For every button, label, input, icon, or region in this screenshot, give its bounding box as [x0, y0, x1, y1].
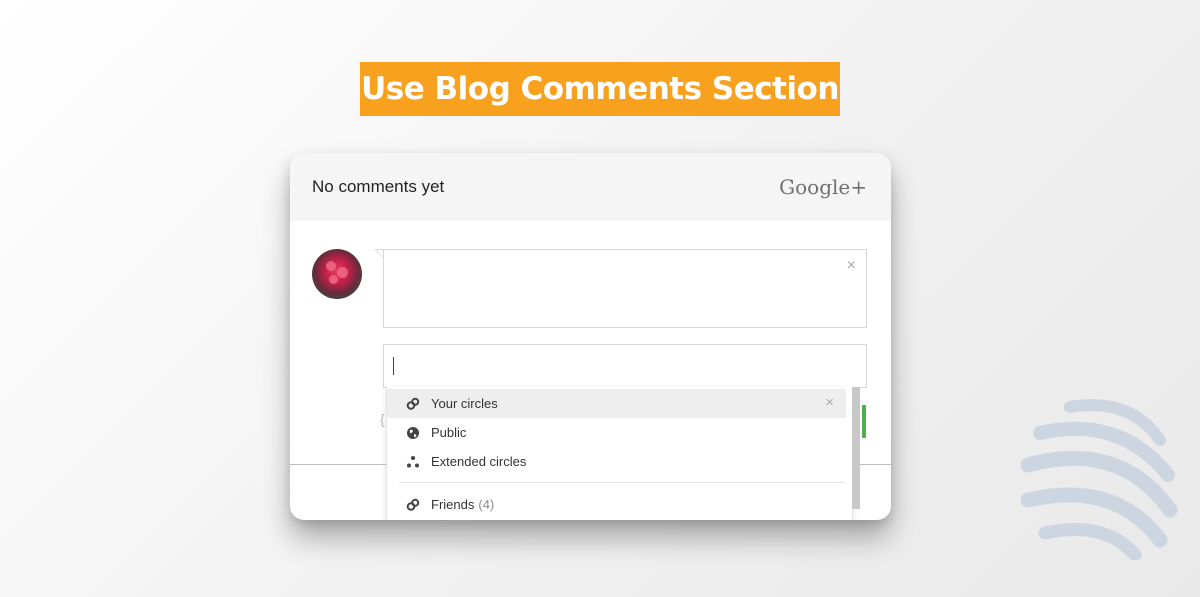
hidden-option-fragment: { [380, 411, 385, 427]
avatar-flower-detail [337, 267, 348, 278]
avatar-flower-detail [326, 261, 336, 271]
page-title: Use Blog Comments Section [361, 71, 839, 107]
avatar-flower-detail [329, 275, 338, 284]
globe-icon [405, 425, 421, 441]
comments-header: No comments yet Google+ [290, 153, 891, 221]
extended-circles-icon [405, 454, 421, 470]
dropdown-divider [399, 482, 845, 483]
dropdown-item-count: (4) [478, 497, 495, 512]
globe-logo-icon [1020, 399, 1178, 560]
dropdown-item-friends[interactable]: Friends (4) [387, 490, 846, 519]
dropdown-item-label: Friends [431, 497, 475, 512]
comment-count-label: No comments yet [312, 177, 445, 196]
circles-icon [405, 396, 421, 412]
page-title-banner: Use Blog Comments Section [360, 62, 840, 116]
dropdown-item-public[interactable]: Public [387, 418, 846, 447]
remove-suggestion-icon[interactable]: × [825, 394, 834, 411]
dropdown-item-your-circles[interactable]: Your circles × [387, 389, 846, 418]
share-with-input[interactable] [383, 344, 867, 388]
text-cursor [393, 357, 394, 375]
comments-widget: No comments yet Google+ × { Your circles… [290, 153, 891, 520]
dropdown-item-label: Public [431, 425, 467, 440]
google-plus-logo: Google+ [779, 175, 867, 199]
post-button-edge[interactable] [862, 405, 866, 438]
dropdown-item-label: Your circles [431, 396, 498, 411]
comment-textarea[interactable]: × [383, 249, 867, 328]
audience-dropdown: Your circles × Public Extended circles F… [386, 387, 860, 520]
dropdown-item-label: Extended circles [431, 454, 527, 469]
dropdown-item-extended-circles[interactable]: Extended circles [387, 447, 846, 476]
avatar [312, 249, 362, 299]
circles-icon [405, 497, 421, 513]
dropdown-scrollbar[interactable] [852, 387, 860, 509]
close-comment-icon[interactable]: × [847, 257, 856, 275]
